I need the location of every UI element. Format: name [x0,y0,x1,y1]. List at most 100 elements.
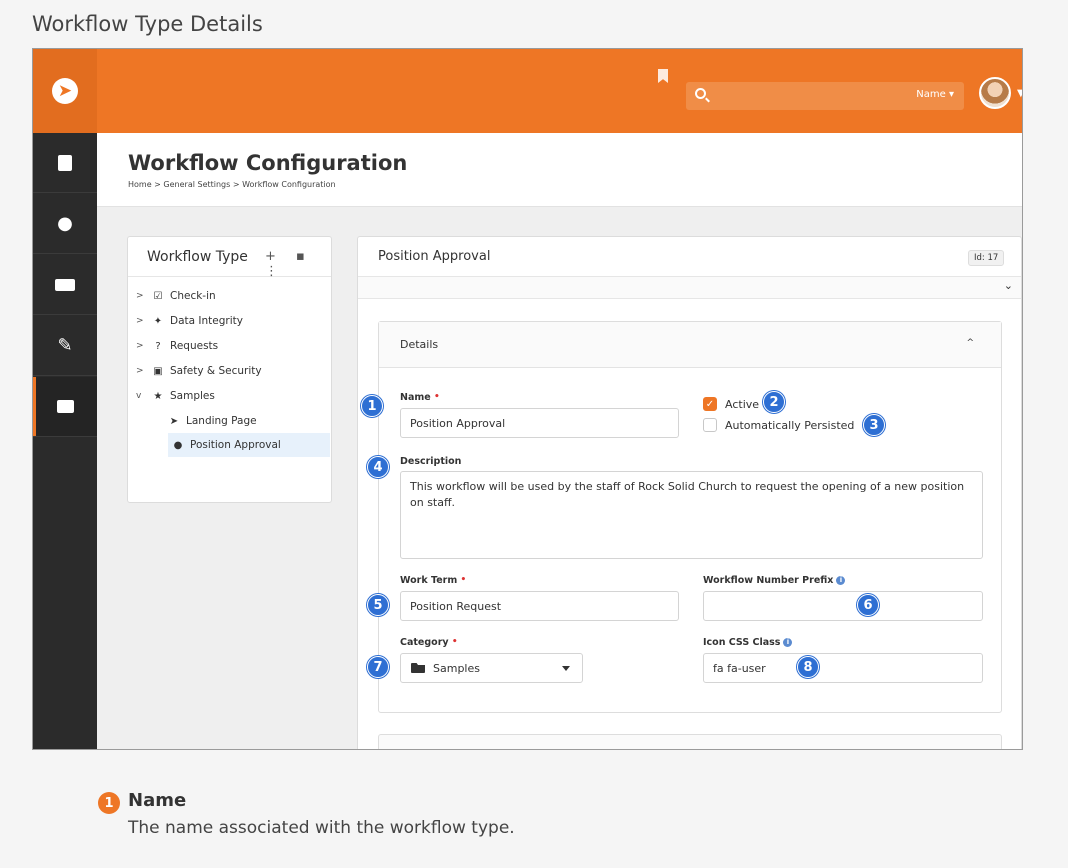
persisted-checkbox[interactable] [703,418,717,432]
chevron-right-icon[interactable]: > [136,291,146,301]
detail-header: Position Approval Id: 17 [358,237,1021,277]
active-checkbox[interactable]: ✓ [703,397,717,411]
advanced-settings-header[interactable] [378,734,1002,749]
top-bar: ➤ Name ▾ ▼ [33,49,1022,133]
tree-item-samples[interactable]: v ★ Samples [136,386,215,406]
category-value: Samples [433,661,480,675]
chevron-down-icon[interactable]: v [136,391,146,401]
callout-7: 7 [367,656,389,678]
tree-actions[interactable]: + ▪ ⋮ [265,249,331,279]
persisted-label: Automatically Persisted [725,418,855,432]
chevron-right-icon[interactable]: > [136,341,146,351]
tree-item-label: Check-in [170,290,216,302]
app-window: ➤ Name ▾ ▼ ● ✎ Workflow Configuration Ho… [32,48,1023,750]
active-label: Active [725,397,760,411]
tree-item-landing-page[interactable]: ➤ Landing Page [168,411,257,431]
detail-title: Position Approval [378,249,491,264]
tree-item-safety-security[interactable]: > ▣ Safety & Security [136,361,262,381]
user-icon: ● [173,439,183,451]
search-box: Name ▾ [686,82,964,110]
tree-item-data-integrity[interactable]: > ✦ Data Integrity [136,311,243,331]
legend-number-badge: 1 [98,792,120,814]
legend-title: Name [128,790,187,811]
tree-item-label: Position Approval [190,439,281,451]
callout-6: 6 [857,594,879,616]
briefcase-icon [56,400,74,413]
magic-wand-icon: ✦ [153,315,163,327]
chevron-right-icon[interactable]: > [136,316,146,326]
chevron-up-icon[interactable]: ^ [966,338,974,348]
required-marker: • [460,575,467,585]
tree-header: Workflow Type + ▪ ⋮ [128,237,331,279]
prefix-input[interactable] [703,591,983,621]
details-section-title: Details [400,338,439,351]
person-icon: ● [57,213,73,234]
tree-item-label: Landing Page [186,415,257,427]
info-icon[interactable]: i [836,576,846,585]
prefix-label: Workflow Number Prefix i [703,575,846,586]
checkbox-icon: ☑ [153,290,163,302]
search-input[interactable] [716,86,896,106]
tree-item-position-approval[interactable]: ● Position Approval [168,433,330,457]
nav-item-admin[interactable] [33,377,97,437]
workflow-type-tree: Workflow Type + ▪ ⋮ > ☑ Check-in > ✦ Dat… [127,236,332,503]
panel-collapse-row[interactable]: ⌄ [358,277,1021,299]
tree-title: Workflow Type [147,249,248,265]
prefix-label-text: Workflow Number Prefix [703,575,834,586]
legend-description: The name associated with the workflow ty… [128,818,515,838]
tree-item-check-in[interactable]: > ☑ Check-in [136,286,216,306]
id-badge: Id: 17 [968,250,1005,266]
work-term-input[interactable]: Position Request [400,591,679,621]
work-term-label-text: Work Term [400,575,458,586]
callout-8: 8 [797,656,819,678]
logo-cell[interactable]: ➤ [33,49,97,133]
name-label-text: Name [400,392,431,403]
caret-down-icon [562,666,570,671]
chevron-down-icon[interactable]: ▼ [1017,88,1022,99]
required-marker: • [434,392,440,402]
side-nav: ● ✎ [33,133,97,749]
sign-in-icon: ➤ [169,415,179,427]
nav-item-people[interactable]: ● [33,194,97,254]
tree-item-label: Requests [170,340,219,352]
chevron-right-icon[interactable]: > [136,366,146,376]
workflow-detail-panel: Position Approval Id: 17 ⌄ Details ^ Nam… [357,236,1022,749]
nav-item-book[interactable] [33,133,97,193]
category-picker[interactable]: Samples [400,653,583,683]
description-label: Description [400,456,462,467]
persisted-checkbox-row[interactable]: Automatically Persisted [703,418,854,432]
money-icon [55,278,75,291]
work-term-label: Work Term • [400,575,466,586]
search-filter-dropdown[interactable]: Name ▾ [916,89,954,100]
details-section-header[interactable]: Details ^ [379,322,1001,368]
chevron-down-icon[interactable]: ⌄ [1004,279,1013,292]
callout-4: 4 [367,456,389,478]
wrench-icon: ✎ [57,335,73,356]
avatar[interactable] [979,77,1011,109]
icon-css-input[interactable]: fa fa-user [703,653,983,683]
bookmark-icon[interactable] [658,69,668,83]
callout-3: 3 [863,414,885,436]
category-label: Category • [400,637,458,648]
name-input[interactable]: Position Approval [400,408,679,438]
info-icon[interactable]: i [783,638,793,647]
breadcrumb[interactable]: Home > General Settings > Workflow Confi… [128,180,336,189]
name-label: Name • [400,392,440,403]
medkit-icon: ▣ [153,365,163,377]
description-textarea[interactable]: This workflow will be used by the staff … [400,471,983,559]
nav-item-finance[interactable] [33,255,97,315]
tree-item-label: Samples [170,390,215,402]
page-title: Workflow Configuration [128,151,408,175]
category-label-text: Category [400,637,449,648]
folder-open-icon [411,663,425,673]
search-icon [695,88,706,99]
active-checkbox-row[interactable]: ✓ Active [703,397,759,411]
tree-item-label: Data Integrity [170,315,243,327]
callout-2: 2 [763,391,785,413]
book-icon [58,154,72,171]
callout-1: 1 [361,395,383,417]
icon-css-label-text: Icon CSS Class [703,637,781,648]
tree-item-label: Safety & Security [170,365,262,377]
nav-item-tools[interactable]: ✎ [33,316,97,376]
tree-item-requests[interactable]: > ? Requests [136,336,218,356]
